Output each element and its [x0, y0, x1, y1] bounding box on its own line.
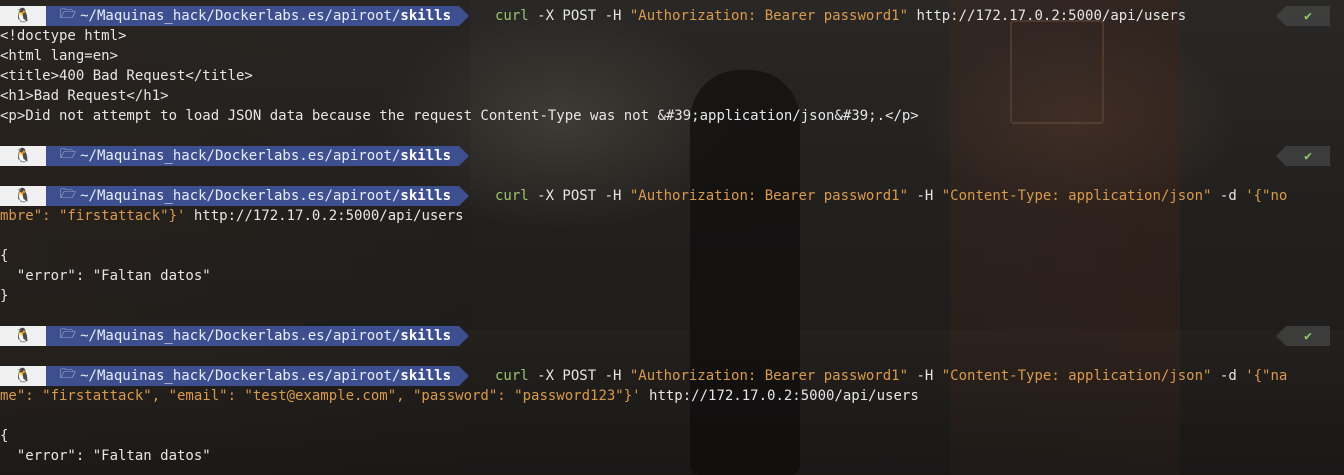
command-wrap: me": "firstattack", "email": "test@examp… [0, 388, 919, 404]
path-current: skills [400, 328, 451, 344]
prompt-path: 🗁 ~/Maquinas_hack/Dockerlabs.es/apiroot/… [46, 186, 469, 206]
prompt-line: 🐧 🗁 ~/Maquinas_hack/Dockerlabs.es/apiroo… [0, 366, 469, 386]
path-current: skills [400, 148, 451, 164]
terminal-window[interactable]: 🐧 🗁 ~/Maquinas_hack/Dockerlabs.es/apiroo… [0, 0, 1344, 475]
command-text: curl -X POST -H "Authorization: Bearer p… [495, 8, 1187, 24]
command-wrap: mbre": "firstattack"}' http://172.17.0.2… [0, 208, 464, 224]
output-line: <title>400 Bad Request</title> [0, 68, 253, 84]
path-prefix: ~/Maquinas_hack/Dockerlabs.es/apiroot/ [80, 148, 401, 164]
prompt-path: 🗁 ~/Maquinas_hack/Dockerlabs.es/apiroot/… [46, 326, 469, 346]
command-text: curl -X POST -H "Authorization: Bearer p… [495, 368, 1288, 384]
path-prefix: ~/Maquinas_hack/Dockerlabs.es/apiroot/ [80, 368, 401, 384]
prompt-line: 🐧 🗁 ~/Maquinas_hack/Dockerlabs.es/apiroo… [0, 146, 469, 166]
output-line: <html lang=en> [0, 48, 119, 64]
tux-icon: 🐧 [0, 146, 56, 166]
tux-icon: 🐧 [0, 186, 56, 206]
prompt-line: 🐧 🗁 ~/Maquinas_hack/Dockerlabs.es/apiroo… [0, 326, 469, 346]
folder-icon: 🗁 [60, 147, 77, 162]
output-line: { [0, 428, 9, 444]
path-prefix: ~/Maquinas_hack/Dockerlabs.es/apiroot/ [80, 188, 401, 204]
output-line: <p>Did not attempt to load JSON data bec… [0, 108, 919, 124]
folder-icon: 🗁 [60, 187, 77, 202]
tux-icon: 🐧 [0, 326, 56, 346]
folder-icon: 🗁 [60, 327, 77, 342]
prompt-line: 🐧 🗁 ~/Maquinas_hack/Dockerlabs.es/apiroo… [0, 186, 469, 206]
status-ok-icon: ✔ [1276, 6, 1330, 26]
prompt-path: 🗁 ~/Maquinas_hack/Dockerlabs.es/apiroot/… [46, 366, 469, 386]
output-line: <!doctype html> [0, 28, 127, 44]
tux-icon: 🐧 [0, 6, 56, 26]
command-text: curl -X POST -H "Authorization: Bearer p… [495, 188, 1288, 204]
path-prefix: ~/Maquinas_hack/Dockerlabs.es/apiroot/ [80, 328, 401, 344]
path-prefix: ~/Maquinas_hack/Dockerlabs.es/apiroot/ [80, 8, 401, 24]
output-line: "error": "Faltan datos" [0, 448, 211, 464]
prompt-path: 🗁 ~/Maquinas_hack/Dockerlabs.es/apiroot/… [46, 6, 469, 26]
path-current: skills [400, 8, 451, 24]
status-ok-icon: ✔ [1276, 326, 1330, 346]
output-line: } [0, 288, 9, 304]
folder-icon: 🗁 [60, 367, 77, 382]
prompt-path: 🗁 ~/Maquinas_hack/Dockerlabs.es/apiroot/… [46, 146, 469, 166]
output-line: <h1>Bad Request</h1> [0, 88, 169, 104]
output-line: "error": "Faltan datos" [0, 268, 211, 284]
path-current: skills [400, 368, 451, 384]
folder-icon: 🗁 [60, 7, 77, 22]
path-current: skills [400, 188, 451, 204]
prompt-line: 🐧 🗁 ~/Maquinas_hack/Dockerlabs.es/apiroo… [0, 6, 469, 26]
output-line: { [0, 248, 9, 264]
tux-icon: 🐧 [0, 366, 56, 386]
status-ok-icon: ✔ [1276, 146, 1330, 166]
